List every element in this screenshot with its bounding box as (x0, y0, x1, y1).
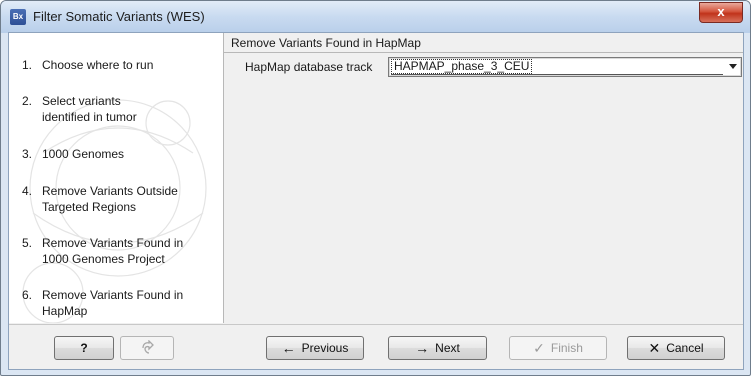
finish-label: Finish (550, 341, 583, 355)
cancel-button[interactable]: ✕ Cancel (627, 336, 725, 360)
help-button[interactable]: ? (54, 336, 114, 360)
step-number: 5. (22, 236, 33, 250)
checkmark-icon: ✓ (533, 340, 545, 356)
app-icon: Bx (10, 9, 26, 25)
step-number: 1. (22, 58, 33, 72)
cancel-label: Cancel (666, 341, 704, 355)
step-label: 1000 Genomes (42, 147, 125, 161)
step-label: Choose where to run (42, 58, 154, 72)
dialog-footer: ? ← Previous → Next ✓ Finish ✕ Cancel (9, 324, 743, 369)
step-label: Remove Variants Outside Targeted Regions (42, 184, 178, 214)
step-number: 4. (22, 184, 33, 198)
select-underline (391, 74, 723, 75)
title-bar[interactable]: Bx Filter Somatic Variants (WES) x (1, 1, 750, 33)
step-content-panel: Remove Variants Found in HapMap HapMap d… (224, 33, 743, 323)
hapmap-track-value: HAPMAP_phase_3_CEU (391, 59, 533, 74)
next-label: Next (435, 341, 460, 355)
close-button[interactable]: x (699, 2, 743, 23)
x-icon: ✕ (648, 340, 661, 356)
hapmap-track-select[interactable]: HAPMAP_phase_3_CEU (388, 57, 742, 77)
reset-icon (142, 340, 154, 354)
help-label: ? (80, 341, 88, 355)
step-label: Select variants identified in tumor (42, 94, 137, 124)
section-divider (224, 52, 743, 53)
step-number: 3. (22, 147, 33, 161)
hapmap-track-label: HapMap database track (245, 60, 373, 74)
reset-button[interactable] (120, 336, 174, 360)
finish-button[interactable]: ✓ Finish (509, 336, 607, 360)
previous-label: Previous (301, 341, 349, 355)
step-label: Remove Variants Found in 1000 Genomes Pr… (42, 236, 184, 266)
close-icon: x (717, 4, 725, 19)
section-title: Remove Variants Found in HapMap (231, 36, 421, 50)
step-number: 2. (22, 94, 33, 108)
step-label: Remove Variants Found in HapMap (42, 288, 184, 318)
dialog-body: 1. Choose where to run 2. Select variant… (8, 32, 744, 370)
wizard-steps-panel: 1. Choose where to run 2. Select variant… (9, 33, 224, 323)
next-button[interactable]: → Next (388, 336, 487, 360)
window-title: Filter Somatic Variants (WES) (33, 9, 205, 24)
previous-button[interactable]: ← Previous (266, 336, 364, 360)
step-number: 6. (22, 288, 33, 302)
arrow-right-icon: → (415, 340, 430, 356)
arrow-left-icon: ← (281, 340, 296, 356)
chevron-down-icon[interactable] (729, 64, 737, 69)
dialog-window: Bx Filter Somatic Variants (WES) x 1. Ch… (0, 0, 751, 376)
